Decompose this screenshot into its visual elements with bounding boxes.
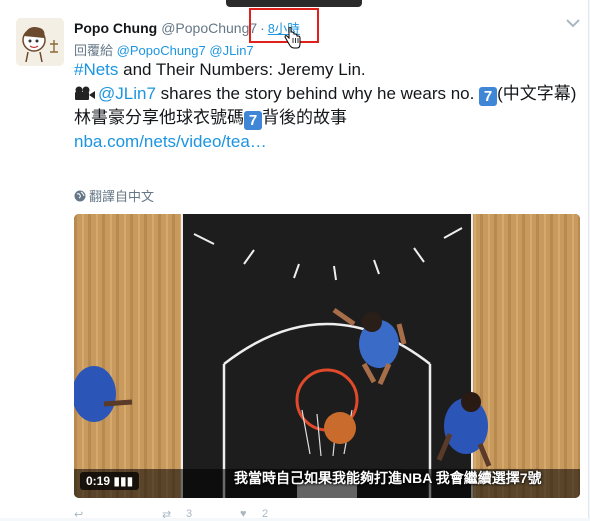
reply-mention-1[interactable]: @PopoChung7: [117, 43, 206, 58]
video-player[interactable]: 0:19 ▮▮▮ 我當時自己如果我能夠打進NBA 我會繼續選擇7號: [74, 214, 580, 498]
reply-context: 回覆給 @PopoChung7 @JLin7: [74, 40, 254, 59]
tweet-text: #Nets and Their Numbers: Jeremy Lin. @JL…: [74, 58, 580, 154]
hashtag-link[interactable]: #Nets: [74, 60, 118, 79]
tweet-text-chinese-2: 背後的故事: [262, 108, 347, 127]
avatar[interactable]: [16, 18, 64, 66]
tweet-text-chinese-1: 林書豪分享他球衣號碼: [74, 108, 244, 127]
display-name[interactable]: Popo Chung: [74, 20, 157, 36]
tweet-text-line2-end: (中文字幕): [497, 84, 577, 103]
video-thumbnail: [74, 214, 580, 498]
user-handle[interactable]: @PopoChung7: [161, 20, 257, 36]
retweet-icon[interactable]: ⇄: [162, 508, 171, 521]
translate-label: 翻譯自中文: [89, 189, 155, 204]
url-link[interactable]: nba.com/nets/video/tea…: [74, 132, 267, 151]
like-icon[interactable]: ♥: [240, 508, 247, 520]
video-duration-badge: 0:19 ▮▮▮: [80, 472, 140, 490]
retweet-count: 3: [186, 508, 193, 520]
tweet-text-line2: shares the story behind why he wears no.: [155, 84, 480, 103]
like-count: 2: [262, 508, 269, 520]
video-subtitle: 我當時自己如果我能夠打進NBA 我會繼續選擇7號: [234, 470, 542, 486]
mention-link[interactable]: @JLin7: [98, 84, 156, 103]
video-duration: 0:19: [86, 474, 111, 488]
video-camera-icon: [75, 86, 95, 100]
tweet-text-line1: and Their Numbers: Jeremy Lin.: [118, 60, 366, 79]
tweet-card: Popo Chung @PopoChung7 · 8小時 回覆給 @PopoChung…: [0, 0, 589, 521]
reply-mention-2[interactable]: @JLin7: [209, 43, 253, 58]
translate-link[interactable]: 翻譯自中文: [74, 186, 154, 205]
keycap-7-icon: 7: [479, 87, 498, 106]
tooltip-bar: [226, 0, 362, 7]
keycap-7-icon-2: 7: [244, 111, 262, 130]
reply-prefix: 回覆給: [74, 43, 114, 58]
globe-icon: [74, 190, 86, 202]
reply-icon[interactable]: ↩: [74, 508, 83, 521]
hand-cursor-icon: [284, 27, 301, 49]
chevron-down-icon[interactable]: [565, 17, 581, 29]
